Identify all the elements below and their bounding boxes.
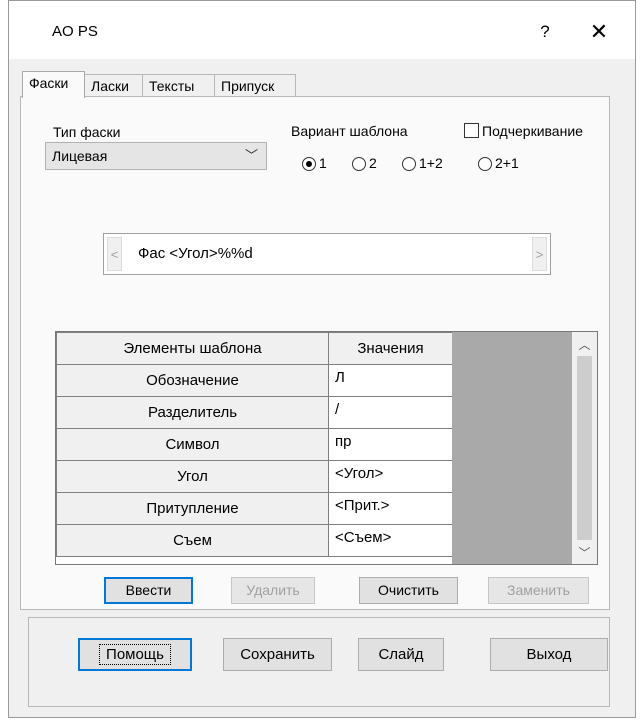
row-value[interactable]: <Угол> bbox=[328, 460, 453, 493]
grid-vertical-scrollbar[interactable]: ︿ ﹀ bbox=[572, 332, 597, 564]
template-text: Фас <Угол>%%d bbox=[138, 245, 253, 262]
help-icon[interactable]: ? bbox=[531, 17, 559, 47]
tab-bevels[interactable]: Фаски bbox=[22, 71, 85, 98]
table-row: Притупление <Прит.> bbox=[56, 492, 453, 525]
scroll-thumb[interactable] bbox=[577, 356, 592, 540]
replace-button[interactable]: Заменить bbox=[488, 577, 589, 604]
row-value[interactable]: <Прит.> bbox=[328, 492, 453, 525]
underline-label: Подчеркивание bbox=[482, 123, 583, 139]
header-values: Значения bbox=[328, 332, 453, 365]
row-value[interactable]: / bbox=[328, 396, 453, 429]
underline-checkbox[interactable] bbox=[464, 123, 479, 138]
template-field[interactable]: < Фас <Угол>%%d > bbox=[103, 233, 551, 275]
row-element[interactable]: Притупление bbox=[56, 492, 329, 525]
exit-button[interactable]: Выход bbox=[490, 638, 608, 671]
row-element[interactable]: Съем bbox=[56, 524, 329, 557]
radio-variant-2plus1-label: 2+1 bbox=[495, 155, 519, 171]
help-button[interactable]: Помощь bbox=[78, 638, 192, 671]
slide-button[interactable]: Слайд bbox=[358, 638, 444, 671]
scroll-up-icon[interactable]: ︿ bbox=[572, 334, 597, 356]
radio-variant-2[interactable] bbox=[352, 157, 366, 171]
window-title: AO PS bbox=[52, 23, 98, 40]
table-row: Обозначение Л bbox=[56, 364, 453, 397]
radio-variant-2-label: 2 bbox=[369, 155, 377, 171]
template-variant-label: Вариант шаблона bbox=[291, 123, 408, 139]
close-icon[interactable]: ✕ bbox=[581, 17, 617, 47]
row-element[interactable]: Обозначение bbox=[56, 364, 329, 397]
tab-laski[interactable]: Ласки bbox=[84, 74, 143, 98]
bevel-type-value: Лицевая bbox=[52, 148, 108, 164]
table-row: Разделитель / bbox=[56, 396, 453, 429]
tab-texts[interactable]: Тексты bbox=[142, 74, 215, 98]
table-row: Символ пр bbox=[56, 428, 453, 461]
clear-button[interactable]: Очистить bbox=[359, 577, 458, 604]
bevel-type-label: Тип фаски bbox=[53, 124, 121, 140]
tab-allowance[interactable]: Припуск bbox=[214, 74, 296, 98]
radio-variant-1plus2-label: 1+2 bbox=[419, 155, 443, 171]
radio-variant-1-label: 1 bbox=[319, 155, 327, 171]
grid-empty-area bbox=[452, 332, 572, 564]
table-row: Угол <Угол> bbox=[56, 460, 453, 493]
help-button-label: Помощь bbox=[99, 644, 171, 665]
enter-button[interactable]: Ввести bbox=[104, 577, 193, 604]
chevron-down-icon: ﹀ bbox=[244, 148, 258, 163]
save-button[interactable]: Сохранить bbox=[223, 638, 332, 671]
title-bar: AO PS ? ✕ bbox=[9, 1, 635, 59]
row-value[interactable]: пр bbox=[328, 428, 453, 461]
delete-button[interactable]: Удалить bbox=[231, 577, 315, 604]
row-value[interactable]: Л bbox=[328, 364, 453, 397]
row-element[interactable]: Разделитель bbox=[56, 396, 329, 429]
radio-variant-1[interactable] bbox=[302, 157, 316, 171]
scroll-left-icon[interactable]: < bbox=[107, 237, 122, 271]
bevel-type-select[interactable]: Лицевая ﹀ bbox=[45, 142, 267, 170]
table-row: Съем <Съем> bbox=[56, 524, 453, 557]
row-element[interactable]: Символ bbox=[56, 428, 329, 461]
radio-variant-2plus1[interactable] bbox=[478, 157, 492, 171]
template-table: Элементы шаблона Значения Обозначение Л … bbox=[56, 332, 453, 557]
scroll-down-icon[interactable]: ﹀ bbox=[572, 542, 597, 564]
template-grid: Элементы шаблона Значения Обозначение Л … bbox=[55, 331, 598, 565]
scroll-right-icon[interactable]: > bbox=[532, 237, 547, 271]
radio-variant-1plus2[interactable] bbox=[402, 157, 416, 171]
row-element[interactable]: Угол bbox=[56, 460, 329, 493]
header-elements: Элементы шаблона bbox=[56, 332, 329, 365]
row-value[interactable]: <Съем> bbox=[328, 524, 453, 557]
table-header-row: Элементы шаблона Значения bbox=[56, 332, 453, 365]
